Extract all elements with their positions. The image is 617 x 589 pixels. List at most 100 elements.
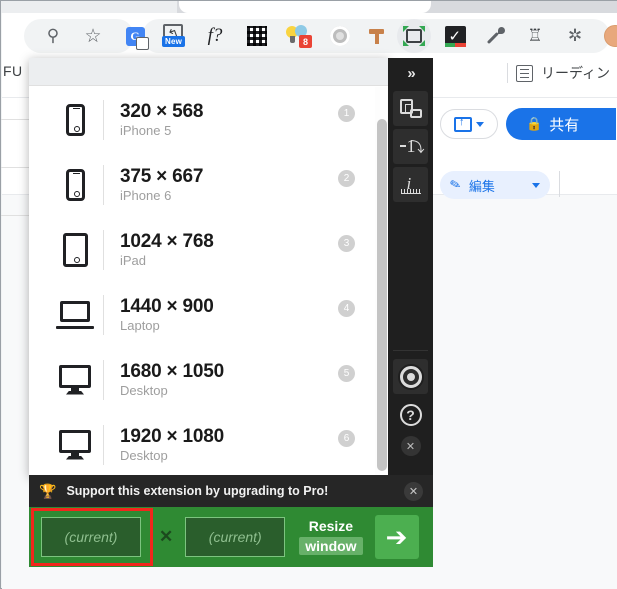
window-resizer-popup: 320 × 568 iPhone 5 1 375 × 667 iPhone 6 …: [29, 58, 389, 476]
phone-icon: [47, 168, 103, 201]
reading-list-label: リーディン: [540, 65, 610, 81]
page-bottom-strip: [2, 567, 617, 589]
shortcut-badge: 4: [338, 300, 355, 317]
info-ruler-icon: i: [400, 174, 421, 196]
tab-active[interactable]: [179, 1, 431, 13]
color-picker-extension-icon[interactable]: [483, 23, 509, 49]
present-button[interactable]: [440, 109, 498, 139]
share-button[interactable]: 🔒 共有: [506, 108, 616, 140]
resolution-device: Desktop: [120, 448, 168, 464]
resolution-list: 320 × 568 iPhone 5 1 375 × 667 iPhone 6 …: [29, 87, 389, 476]
resolution-device: iPhone 6: [120, 188, 172, 204]
arrange-windows-icon: [399, 99, 422, 118]
expand-toolbar-button[interactable]: »: [388, 58, 433, 88]
help-button[interactable]: ?: [393, 397, 428, 432]
page-left-label: FU: [3, 63, 23, 79]
formula-extension-icon[interactable]: f?: [202, 23, 228, 49]
present-icon: [454, 116, 472, 132]
clawmark-extension-icon[interactable]: ♖: [522, 23, 548, 49]
resolution-device: iPhone 5: [120, 123, 172, 139]
toolbar-divider: [506, 63, 508, 83]
toolbar-divider: [559, 171, 560, 197]
left-divider: [1, 215, 29, 216]
arrange-windows-button[interactable]: [393, 91, 428, 126]
resolution-device: iPad: [120, 253, 147, 269]
close-toolbar-button[interactable]: ✕: [400, 436, 421, 456]
shortcut-badge: 2: [338, 170, 355, 187]
shortcut-badge: 6: [338, 430, 355, 447]
shortcut-badge: 1: [338, 105, 355, 122]
extensions-puzzle-icon[interactable]: ✲: [562, 23, 588, 49]
desktop-icon: [47, 429, 103, 460]
google-translate-extension-icon[interactable]: G: [122, 23, 149, 50]
list-item[interactable]: 1024 × 768 iPad 3: [29, 217, 389, 282]
info-ruler-button[interactable]: i: [393, 167, 428, 202]
tab-strip: [1, 1, 617, 13]
qr-code-extension-icon[interactable]: [244, 23, 270, 49]
notification-count-badge: 8: [299, 35, 312, 48]
pencil-icon: ✎: [448, 175, 463, 194]
gear-icon: [399, 365, 422, 388]
row-divider: [103, 99, 104, 140]
redirect-arrow-icon: 1 ⤵: [399, 136, 425, 157]
list-item[interactable]: 1920 × 1080 Desktop 6: [29, 412, 389, 476]
lightbulb-extension-icon[interactable]: 8: [285, 23, 312, 49]
shortcut-badge: 5: [338, 365, 355, 382]
profile-avatar-icon[interactable]: [602, 23, 617, 49]
list-item[interactable]: 1680 × 1050 Desktop 5: [29, 347, 389, 412]
list-item[interactable]: 320 × 568 iPhone 5 1: [29, 87, 389, 152]
popup-header: [29, 58, 389, 86]
left-divider: [1, 119, 29, 120]
promo-message: Support this extension by upgrading to P…: [66, 484, 329, 498]
edit-mode-dropdown[interactable]: ✎ 編集: [440, 171, 550, 199]
close-promo-button[interactable]: ✕: [404, 481, 423, 501]
phone-icon: [47, 103, 103, 136]
row-divider: [103, 294, 104, 335]
reading-list-icon: [515, 64, 533, 82]
popup-scrollbar-track[interactable]: [375, 87, 389, 476]
settings-gear-button[interactable]: [393, 359, 428, 394]
row-divider: [103, 359, 104, 400]
row-divider: [103, 229, 104, 270]
height-value: (current): [208, 529, 262, 545]
list-item[interactable]: 375 × 667 iPhone 6 2: [29, 152, 389, 217]
reading-list-control[interactable]: リーディン: [506, 63, 610, 83]
list-item[interactable]: 1440 × 900 Laptop 4: [29, 282, 389, 347]
hammer-extension-icon[interactable]: [364, 23, 390, 49]
laptop-icon: [47, 300, 103, 329]
lock-icon: 🔒: [526, 116, 543, 131]
window-resizer-extension-icon[interactable]: [401, 23, 427, 49]
search-icon[interactable]: ⚲: [40, 23, 66, 49]
row-divider: [103, 424, 104, 465]
dimension-separator: ✕: [159, 527, 174, 546]
chevron-down-icon: [476, 121, 484, 127]
browser-window: ⚲ ☆ G ↰ New f? 8 ✓ ♖ ✲ FU リーディン ↑ 🔒 共有 ✎…: [0, 0, 617, 589]
checkmark-extension-icon[interactable]: ✓: [442, 23, 468, 49]
resize-label-top: Resize: [308, 518, 354, 535]
gear-extension-icon[interactable]: [327, 23, 353, 49]
shortcut-badge: 3: [338, 235, 355, 252]
resize-window-label: Resize window: [299, 518, 363, 555]
tab-inactive[interactable]: [1, 1, 177, 13]
resize-label-bottom: window: [299, 536, 363, 555]
bookmark-star-icon[interactable]: ☆: [80, 23, 106, 49]
tablet-icon: [47, 232, 103, 267]
promo-banner: 🏆 Support this extension by upgrading to…: [29, 475, 433, 507]
desktop-icon: [47, 364, 103, 395]
question-mark-icon: ?: [399, 403, 422, 426]
resize-action-bar: (current) ✕ (current) Resize window ➔: [29, 507, 433, 567]
width-field-highlight: [31, 508, 153, 566]
left-divider: [1, 167, 29, 168]
resolution-device: Desktop: [120, 383, 168, 399]
share-label: 共有: [549, 116, 580, 134]
redirect-button[interactable]: 1 ⤵: [393, 129, 428, 164]
trophy-icon: 🏆: [39, 482, 57, 499]
browser-toolbar: ⚲ ☆ G ↰ New f? 8 ✓ ♖ ✲: [2, 13, 617, 58]
height-input[interactable]: (current): [185, 517, 286, 557]
edit-mode-label: 編集: [468, 178, 495, 194]
screenshot-extension-icon[interactable]: ↰ New: [160, 23, 186, 49]
apply-resize-button[interactable]: ➔: [374, 515, 419, 559]
new-badge: New: [162, 36, 186, 47]
popup-scrollbar-thumb[interactable]: [377, 119, 387, 471]
resolution-device: Laptop: [120, 318, 160, 334]
